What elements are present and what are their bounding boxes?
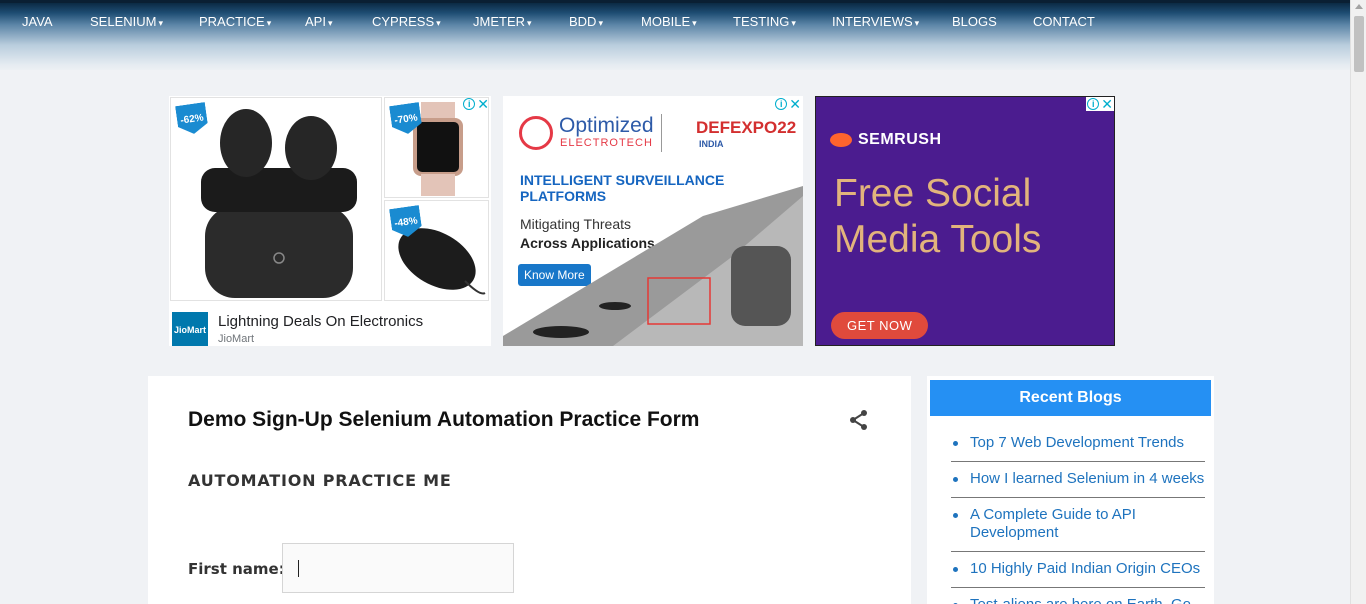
- ad-title[interactable]: Lightning Deals On Electronics: [218, 313, 423, 330]
- divider: [661, 114, 662, 152]
- list-item: Test-aliens are here on Earth, Go: [951, 596, 1205, 604]
- first-name-label: First name:: [188, 560, 285, 578]
- defexpo-logo: DEFEXPO22: [696, 118, 797, 137]
- main-content-card: Demo Sign-Up Selenium Automation Practic…: [148, 376, 911, 604]
- nav-label: SELENIUM: [90, 14, 157, 29]
- nav-item-bdd[interactable]: BDD ▾: [569, 14, 603, 29]
- mouse-product[interactable]: -48%: [384, 200, 489, 301]
- caret-down-icon: ▾: [327, 18, 333, 28]
- earbuds-image: [201, 109, 357, 298]
- ad-controls: i ✕: [775, 97, 801, 111]
- brand-subname: ELECTROTECH: [560, 137, 653, 149]
- blog-link[interactable]: Test-aliens are here on Earth, Go: [970, 596, 1205, 604]
- nav-item-jmeter[interactable]: JMETER ▾: [473, 14, 532, 29]
- nav-label: CONTACT: [1033, 14, 1095, 29]
- nav-item-api[interactable]: API ▾: [305, 14, 333, 29]
- ad-controls: i ✕: [1086, 97, 1114, 111]
- nav-label: CYPRESS: [372, 14, 435, 29]
- caret-down-icon: ▾: [598, 18, 603, 28]
- scroll-up-arrow-icon[interactable]: [1355, 4, 1363, 9]
- nav-label: PRACTICE: [199, 14, 265, 29]
- nav-item-contact[interactable]: CONTACT: [1033, 14, 1095, 29]
- ad-close-icon[interactable]: ✕: [1101, 97, 1113, 111]
- nav-label: API: [305, 14, 326, 29]
- nav-item-java[interactable]: JAVA: [22, 14, 53, 29]
- caret-down-icon: ▾: [527, 18, 532, 28]
- caret-down-icon: ▾: [266, 18, 272, 28]
- blog-link[interactable]: A Complete Guide to API Development: [970, 506, 1205, 542]
- optimized-logo-icon: [519, 116, 553, 150]
- semrush-ad[interactable]: SEMRUSH Free Social Media Tools GET NOW …: [815, 96, 1115, 346]
- ad-controls: i ✕: [463, 97, 489, 111]
- text-cursor: [298, 560, 299, 577]
- nav-label: BLOGS: [952, 14, 997, 29]
- semrush-logo: SEMRUSH: [830, 131, 942, 149]
- nav-label: JAVA: [22, 14, 53, 29]
- list-item: A Complete Guide to API Development: [951, 506, 1205, 552]
- ad-info-icon[interactable]: i: [775, 98, 788, 110]
- ad-info-icon[interactable]: i: [463, 98, 476, 110]
- surveillance-image: [503, 186, 803, 346]
- caret-down-icon: ▾: [914, 18, 920, 28]
- caret-down-icon: ▾: [692, 18, 697, 28]
- nav-label: JMETER: [473, 14, 525, 29]
- scrollbar-thumb[interactable]: [1354, 16, 1364, 72]
- nav-label: BDD: [569, 14, 597, 29]
- top-navigation: JAVA SELENIUM ▾ PRACTICE ▾ API ▾ CYPRESS ▾ J…: [0, 0, 1350, 70]
- jiomart-logo: JioMart: [172, 312, 208, 346]
- nav-label: MOBILE: [641, 14, 691, 29]
- ad-close-icon[interactable]: ✕: [477, 97, 489, 111]
- defexpo-sub: INDIA: [699, 139, 724, 149]
- caret-down-icon: ▾: [436, 18, 441, 28]
- blog-link[interactable]: 10 Highly Paid Indian Origin CEOs: [970, 560, 1205, 578]
- list-item: 10 Highly Paid Indian Origin CEOs: [951, 560, 1205, 588]
- ad-info-icon[interactable]: i: [1087, 98, 1100, 110]
- ad-close-icon[interactable]: ✕: [789, 97, 801, 111]
- recent-blogs-widget: Recent Blogs Top 7 Web Development Trend…: [927, 376, 1214, 604]
- share-icon[interactable]: [848, 409, 870, 431]
- nav-item-selenium[interactable]: SELENIUM ▾: [90, 14, 163, 29]
- list-item: Top 7 Web Development Trends: [951, 434, 1205, 462]
- section-subtitle: AUTOMATION PRACTICE ME: [188, 471, 452, 490]
- ad-source: JioMart: [218, 333, 255, 345]
- caret-down-icon: ▾: [791, 18, 796, 28]
- semrush-brand: SEMRUSH: [858, 131, 942, 148]
- page-scrollbar[interactable]: [1350, 0, 1366, 604]
- blog-link[interactable]: Top 7 Web Development Trends: [970, 434, 1205, 452]
- widget-heading: Recent Blogs: [930, 380, 1211, 416]
- ad-footer[interactable]: JioMart Lightning Deals On Electronics J…: [169, 302, 491, 346]
- nav-item-interviews[interactable]: INTERVIEWS ▾: [832, 14, 919, 29]
- caret-down-icon: ▾: [158, 18, 163, 28]
- ad-headline: Free Social Media Tools: [834, 172, 1042, 261]
- brand-name: Optimized: [559, 114, 654, 137]
- first-name-input[interactable]: [282, 543, 514, 593]
- blog-link[interactable]: How I learned Selenium in 4 weeks: [970, 470, 1205, 488]
- nav-item-practice[interactable]: PRACTICE ▾: [199, 14, 271, 29]
- page-title: Demo Sign-Up Selenium Automation Practic…: [188, 408, 700, 431]
- nav-item-mobile[interactable]: MOBILE ▾: [641, 14, 697, 29]
- jiomart-ad[interactable]: -62% -70% -48% JioMart Lightning Deals O…: [169, 96, 491, 346]
- nav-label: INTERVIEWS: [832, 14, 913, 29]
- nav-item-blogs[interactable]: BLOGS: [952, 14, 997, 29]
- nav-label: TESTING: [733, 14, 790, 29]
- smartwatch-product[interactable]: -70%: [384, 97, 489, 198]
- nav-item-cypress[interactable]: CYPRESS ▾: [372, 14, 441, 29]
- get-now-button[interactable]: GET NOW: [831, 312, 929, 339]
- list-item: How I learned Selenium in 4 weeks: [951, 470, 1205, 498]
- optimized-electrotech-ad[interactable]: Optimized ELECTROTECH DEFEXPO22 INDIA IN…: [503, 96, 803, 346]
- semrush-logo-icon: [830, 133, 852, 147]
- nav-item-testing[interactable]: TESTING ▾: [733, 14, 796, 29]
- earbuds-product[interactable]: -62%: [170, 97, 382, 301]
- recent-blogs-list: Top 7 Web Development Trends How I learn…: [951, 434, 1205, 604]
